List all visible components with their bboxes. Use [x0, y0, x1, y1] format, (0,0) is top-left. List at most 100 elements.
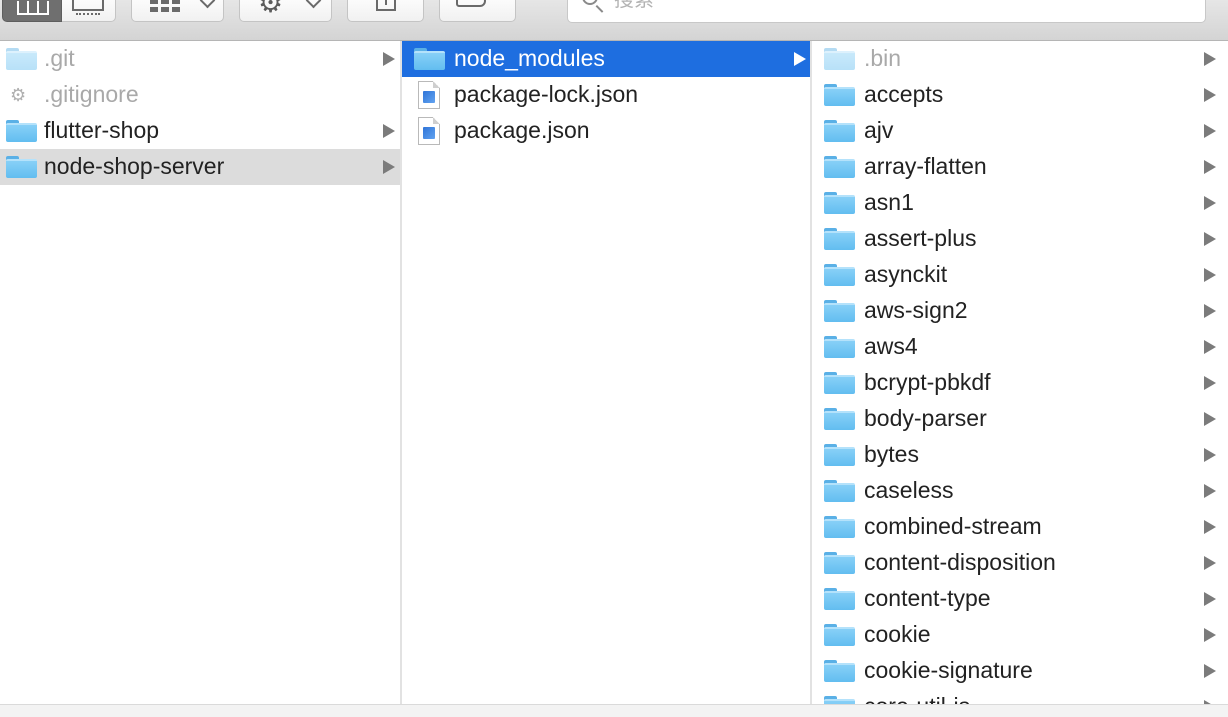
disclosure-arrow-icon — [1204, 592, 1216, 606]
disclosure-arrow-icon — [1204, 124, 1216, 138]
folder-icon — [6, 48, 37, 70]
item-name: node-shop-server — [44, 153, 225, 179]
chevron-down-icon — [305, 0, 322, 9]
item-name: core-util-is — [864, 689, 970, 704]
folder-icon — [414, 48, 445, 70]
list-item[interactable]: core-util-is — [812, 689, 1228, 704]
list-item[interactable]: content-disposition — [812, 545, 1228, 581]
disclosure-arrow-icon — [1204, 664, 1216, 678]
list-item-node-modules[interactable]: node_modules — [402, 41, 810, 77]
item-name: package.json — [454, 117, 590, 143]
item-name: .git — [44, 45, 75, 71]
folder-icon — [824, 660, 855, 682]
action-button[interactable]: ⚙ — [239, 0, 332, 22]
disclosure-arrow-icon — [1204, 448, 1216, 462]
folder-icon — [824, 480, 855, 502]
browser-column-3[interactable]: .bin accepts ajv array-flatten asn1 assert-pl… — [812, 41, 1228, 704]
cover-flow-view-button[interactable] — [62, 0, 116, 22]
disclosure-arrow-icon — [1204, 268, 1216, 282]
item-name: array-flatten — [864, 153, 987, 179]
folder-icon — [6, 120, 37, 142]
item-name: content-type — [864, 585, 991, 611]
tags-button[interactable] — [439, 0, 516, 22]
list-item[interactable]: aws-sign2 — [812, 293, 1228, 329]
disclosure-arrow-icon — [1204, 556, 1216, 570]
item-name: body-parser — [864, 405, 987, 431]
disclosure-arrow-icon — [1204, 520, 1216, 534]
action-gear-icon: ⚙ — [258, 0, 284, 18]
item-name: asn1 — [864, 189, 914, 215]
list-item[interactable]: caseless — [812, 473, 1228, 509]
folder-icon — [824, 516, 855, 538]
share-button[interactable] — [347, 0, 424, 22]
list-item[interactable]: cookie — [812, 617, 1228, 653]
item-name: cookie — [864, 621, 931, 647]
search-icon — [582, 0, 598, 5]
list-item-flutter-shop[interactable]: flutter-shop — [0, 113, 400, 149]
columns-view-icon — [17, 1, 49, 15]
folder-icon — [824, 444, 855, 466]
list-item[interactable]: combined-stream — [812, 509, 1228, 545]
disclosure-arrow-icon — [1204, 304, 1216, 318]
disclosure-arrow-icon — [383, 52, 395, 66]
group-grid-icon — [150, 0, 180, 13]
list-item[interactable]: bytes — [812, 437, 1228, 473]
item-name: .gitignore — [44, 81, 139, 107]
browser-column-1[interactable]: .git ⚙ .gitignore flutter-shop node-shop… — [0, 41, 400, 704]
list-item-git[interactable]: .git — [0, 41, 400, 77]
finder-toolbar: ⚙ 搜索 — [0, 0, 1228, 41]
folder-icon — [824, 408, 855, 430]
search-input[interactable]: 搜索 — [567, 0, 1206, 23]
list-item[interactable]: accepts — [812, 77, 1228, 113]
folder-icon — [6, 156, 37, 178]
disclosure-arrow-icon — [794, 52, 806, 66]
list-item[interactable]: cookie-signature — [812, 653, 1228, 689]
disclosure-arrow-icon — [1204, 52, 1216, 66]
list-item[interactable]: asn1 — [812, 185, 1228, 221]
item-name: ajv — [864, 117, 894, 143]
item-name: bytes — [864, 441, 919, 467]
item-name: package-lock.json — [454, 81, 639, 107]
item-name: caseless — [864, 477, 954, 503]
browser-column-2[interactable]: node_modules package-lock.json package.j… — [402, 41, 810, 704]
disclosure-arrow-icon — [1204, 628, 1216, 642]
folder-icon — [824, 588, 855, 610]
folder-icon — [824, 264, 855, 286]
item-name: content-disposition — [864, 549, 1056, 575]
list-item[interactable]: ajv — [812, 113, 1228, 149]
list-item-gitignore[interactable]: ⚙ .gitignore — [0, 77, 400, 113]
disclosure-arrow-icon — [1204, 232, 1216, 246]
config-file-icon: ⚙ — [10, 85, 27, 105]
list-item[interactable]: asynckit — [812, 257, 1228, 293]
list-item-package-lock-json[interactable]: package-lock.json — [402, 77, 810, 113]
folder-icon — [824, 624, 855, 646]
list-item[interactable]: content-type — [812, 581, 1228, 617]
disclosure-arrow-icon — [1204, 484, 1216, 498]
folder-icon — [824, 228, 855, 250]
folder-icon — [824, 192, 855, 214]
search-placeholder: 搜索 — [614, 0, 654, 11]
list-item[interactable]: array-flatten — [812, 149, 1228, 185]
horizontal-scrollbar[interactable] — [0, 704, 1228, 717]
list-item[interactable]: aws4 — [812, 329, 1228, 365]
disclosure-arrow-icon — [1204, 340, 1216, 354]
list-item[interactable]: body-parser — [812, 401, 1228, 437]
folder-icon — [824, 48, 855, 70]
list-item-node-shop-server[interactable]: node-shop-server — [0, 149, 400, 185]
list-item[interactable]: assert-plus — [812, 221, 1228, 257]
folder-icon — [824, 336, 855, 358]
folder-icon — [824, 372, 855, 394]
list-item-package-json[interactable]: package.json — [402, 113, 810, 149]
item-name: .bin — [864, 45, 902, 71]
disclosure-arrow-icon — [1204, 196, 1216, 210]
list-item[interactable]: .bin — [812, 41, 1228, 77]
disclosure-arrow-icon — [1204, 160, 1216, 174]
item-name: accepts — [864, 81, 944, 107]
group-by-button[interactable] — [131, 0, 224, 22]
disclosure-arrow-icon — [383, 160, 395, 174]
folder-icon — [824, 120, 855, 142]
folder-icon — [824, 84, 855, 106]
columns-view-button[interactable] — [2, 0, 62, 22]
list-item[interactable]: bcrypt-pbkdf — [812, 365, 1228, 401]
folder-icon — [824, 156, 855, 178]
